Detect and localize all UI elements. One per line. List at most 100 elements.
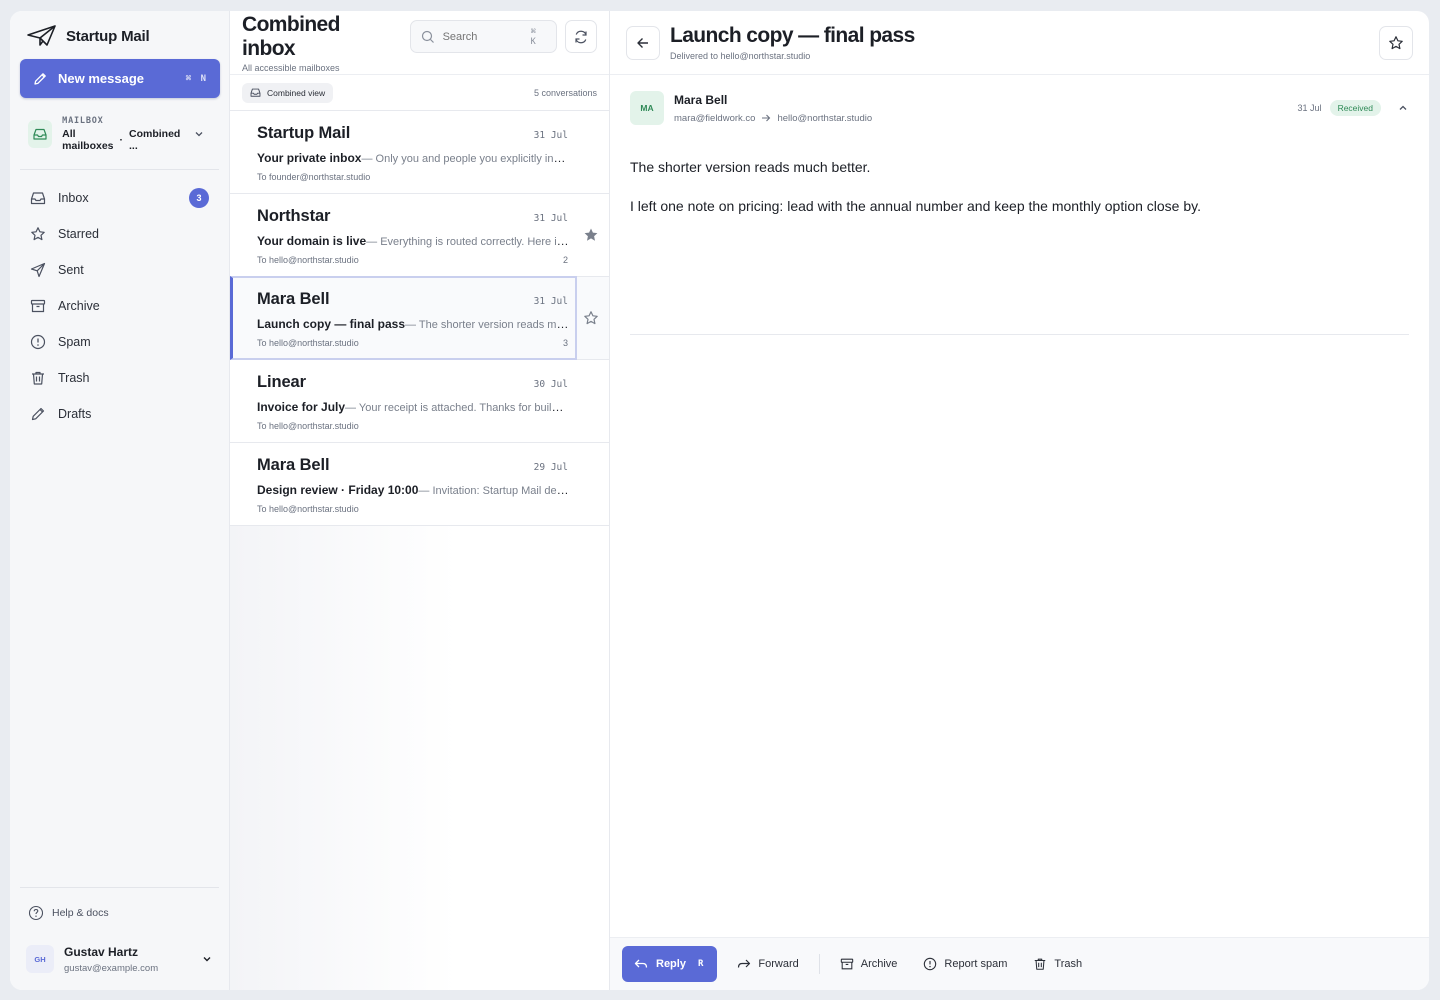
message-body: The shorter version reads much better. I… [630, 141, 1409, 335]
combined-view-chip[interactable]: Combined view [242, 82, 334, 103]
combined-view-label: Combined view [267, 87, 326, 98]
paper-plane-logo-icon [26, 24, 58, 48]
trash-icon [30, 370, 46, 386]
star-button[interactable] [1379, 25, 1413, 60]
alert-icon [30, 334, 46, 350]
conversation-row[interactable]: Mara Bell 29 Jul Design review · Friday … [230, 443, 609, 526]
reading-pane: Launch copy — final pass Delivered to he… [610, 11, 1429, 990]
help-icon [28, 905, 44, 921]
account-switcher[interactable]: GH Gustav Hartz gustav@example.com [20, 928, 219, 990]
search-shortcut: ⌘ K [530, 26, 538, 47]
new-message-shortcut: ⌘ N [185, 73, 208, 84]
arrow-right-icon [761, 113, 771, 123]
message-header: MA Mara Bell mara@fieldwork.co hello@nor… [610, 75, 1429, 141]
row-date: 31 Jul [533, 296, 568, 307]
help-label: Help & docs [52, 907, 109, 919]
sidebar-item-archive[interactable]: Archive [20, 288, 219, 324]
chevron-down-icon [201, 953, 213, 965]
recipient-email: hello@northstar.studio [777, 112, 873, 124]
report-spam-label: Report spam [944, 958, 1008, 970]
row-recipient: To hello@northstar.studio [257, 421, 359, 431]
report-spam-button[interactable]: Report spam [917, 946, 1013, 982]
sender-name: Mara Bell [674, 92, 728, 107]
sidebar-item-sent[interactable]: Sent [20, 252, 219, 288]
conversation-row[interactable]: Startup Mail 31 Jul Your private inbox— … [230, 111, 609, 194]
sidebar-item-starred[interactable]: Starred [20, 216, 219, 252]
sidebar-item-label: Drafts [58, 407, 92, 421]
avatar: GH [26, 945, 54, 973]
sidebar-item-drafts[interactable]: Drafts [20, 396, 219, 432]
row-subject: Design review · Friday 10:00 [257, 483, 419, 497]
sender-email: mara@fieldwork.co [674, 112, 756, 124]
help-docs-link[interactable]: Help & docs [20, 898, 219, 928]
sidebar-item-inbox[interactable]: Inbox 3 [20, 180, 219, 216]
row-date: 31 Jul [533, 130, 568, 141]
action-bar: Reply R Forward Archive Report spam Tras… [610, 937, 1429, 990]
back-button[interactable] [626, 25, 660, 60]
inbox-icon [30, 190, 46, 206]
row-subject: Invoice for July [257, 400, 346, 414]
star-icon[interactable] [583, 310, 599, 326]
archive-icon [30, 298, 46, 314]
send-icon [30, 262, 46, 278]
sidebar-divider [20, 169, 219, 170]
brand: Startup Mail [20, 11, 219, 61]
new-message-button[interactable]: New message ⌘ N [20, 59, 220, 98]
inbox-icon [250, 87, 261, 98]
trash-button[interactable]: Trash [1027, 946, 1088, 982]
pencil-icon [32, 71, 48, 87]
row-sender: Mara Bell [257, 290, 330, 308]
search-input[interactable] [442, 30, 523, 43]
conversation-list: Startup Mail 31 Jul Your private inbox— … [230, 111, 609, 990]
alert-icon [923, 957, 937, 971]
star-filled-icon[interactable] [583, 227, 599, 243]
new-message-label: New message [58, 71, 144, 86]
forward-label: Forward [758, 958, 799, 970]
mailbox-name: All mailboxes [62, 128, 114, 152]
row-sender: Startup Mail [257, 124, 351, 142]
mailbox-view: Combined ... [129, 128, 181, 152]
sidebar-nav: Inbox 3 Starred Sent Archive Spam Trash … [20, 180, 219, 432]
reply-shortcut: R [697, 959, 704, 969]
page-title: Combined inbox [242, 12, 340, 60]
reply-button[interactable]: Reply R [622, 946, 718, 982]
delivery-info: Delivered to hello@northstar.studio [670, 51, 811, 61]
row-recipient: To hello@northstar.studio [257, 504, 359, 514]
chevron-up-icon[interactable] [1397, 102, 1409, 114]
mailbox-selector[interactable]: MAILBOX All mailboxes · Combined ... [20, 112, 219, 156]
sidebar-item-spam[interactable]: Spam [20, 324, 219, 360]
list-toolbar: Combined view 5 conversations [230, 75, 609, 111]
conversation-row-selected[interactable]: Mara Bell 31 Jul Launch copy — final pas… [230, 276, 609, 360]
refresh-button[interactable] [565, 20, 597, 53]
row-subject: Launch copy — final pass [257, 317, 406, 331]
row-sender: Mara Bell [257, 456, 330, 474]
unread-badge: 3 [189, 188, 209, 208]
message-list-pane: Combined inbox All accessible mailboxes … [230, 11, 610, 990]
row-recipient: To founder@northstar.studio [257, 172, 371, 182]
row-date: 29 Jul [533, 462, 568, 473]
forward-button[interactable]: Forward [731, 946, 804, 982]
sidebar-item-trash[interactable]: Trash [20, 360, 219, 396]
row-sender: Linear [257, 373, 306, 391]
archive-button[interactable]: Archive [834, 946, 904, 982]
separator-dot: · [119, 134, 124, 146]
search-box[interactable]: ⌘ K [409, 20, 558, 53]
status-badge: Received [1329, 100, 1381, 116]
row-recipient: To hello@northstar.studio [257, 338, 359, 348]
row-snippet: — Only you and people you explicitly inv… [361, 153, 569, 165]
trash-icon [1033, 957, 1047, 971]
message-paragraph: The shorter version reads much better. [630, 159, 871, 175]
mailbox-caption: MAILBOX [62, 116, 104, 126]
star-icon [1388, 35, 1404, 51]
row-date: 31 Jul [533, 213, 568, 224]
conversation-row[interactable]: Northstar 31 Jul Your domain is live— Ev… [230, 194, 609, 277]
sidebar-item-label: Sent [58, 263, 84, 277]
sidebar-item-label: Inbox [58, 191, 89, 205]
row-snippet: — The shorter version reads much better. [405, 319, 569, 331]
reply-label: Reply [656, 958, 686, 970]
sidebar: Startup Mail New message ⌘ N MAILBOX All… [10, 11, 230, 990]
trash-label: Trash [1054, 958, 1083, 970]
reader-header: Launch copy — final pass Delivered to he… [610, 11, 1429, 75]
list-header: Combined inbox All accessible mailboxes … [230, 11, 609, 75]
conversation-row[interactable]: Linear 30 Jul Invoice for July— Your rec… [230, 360, 609, 443]
